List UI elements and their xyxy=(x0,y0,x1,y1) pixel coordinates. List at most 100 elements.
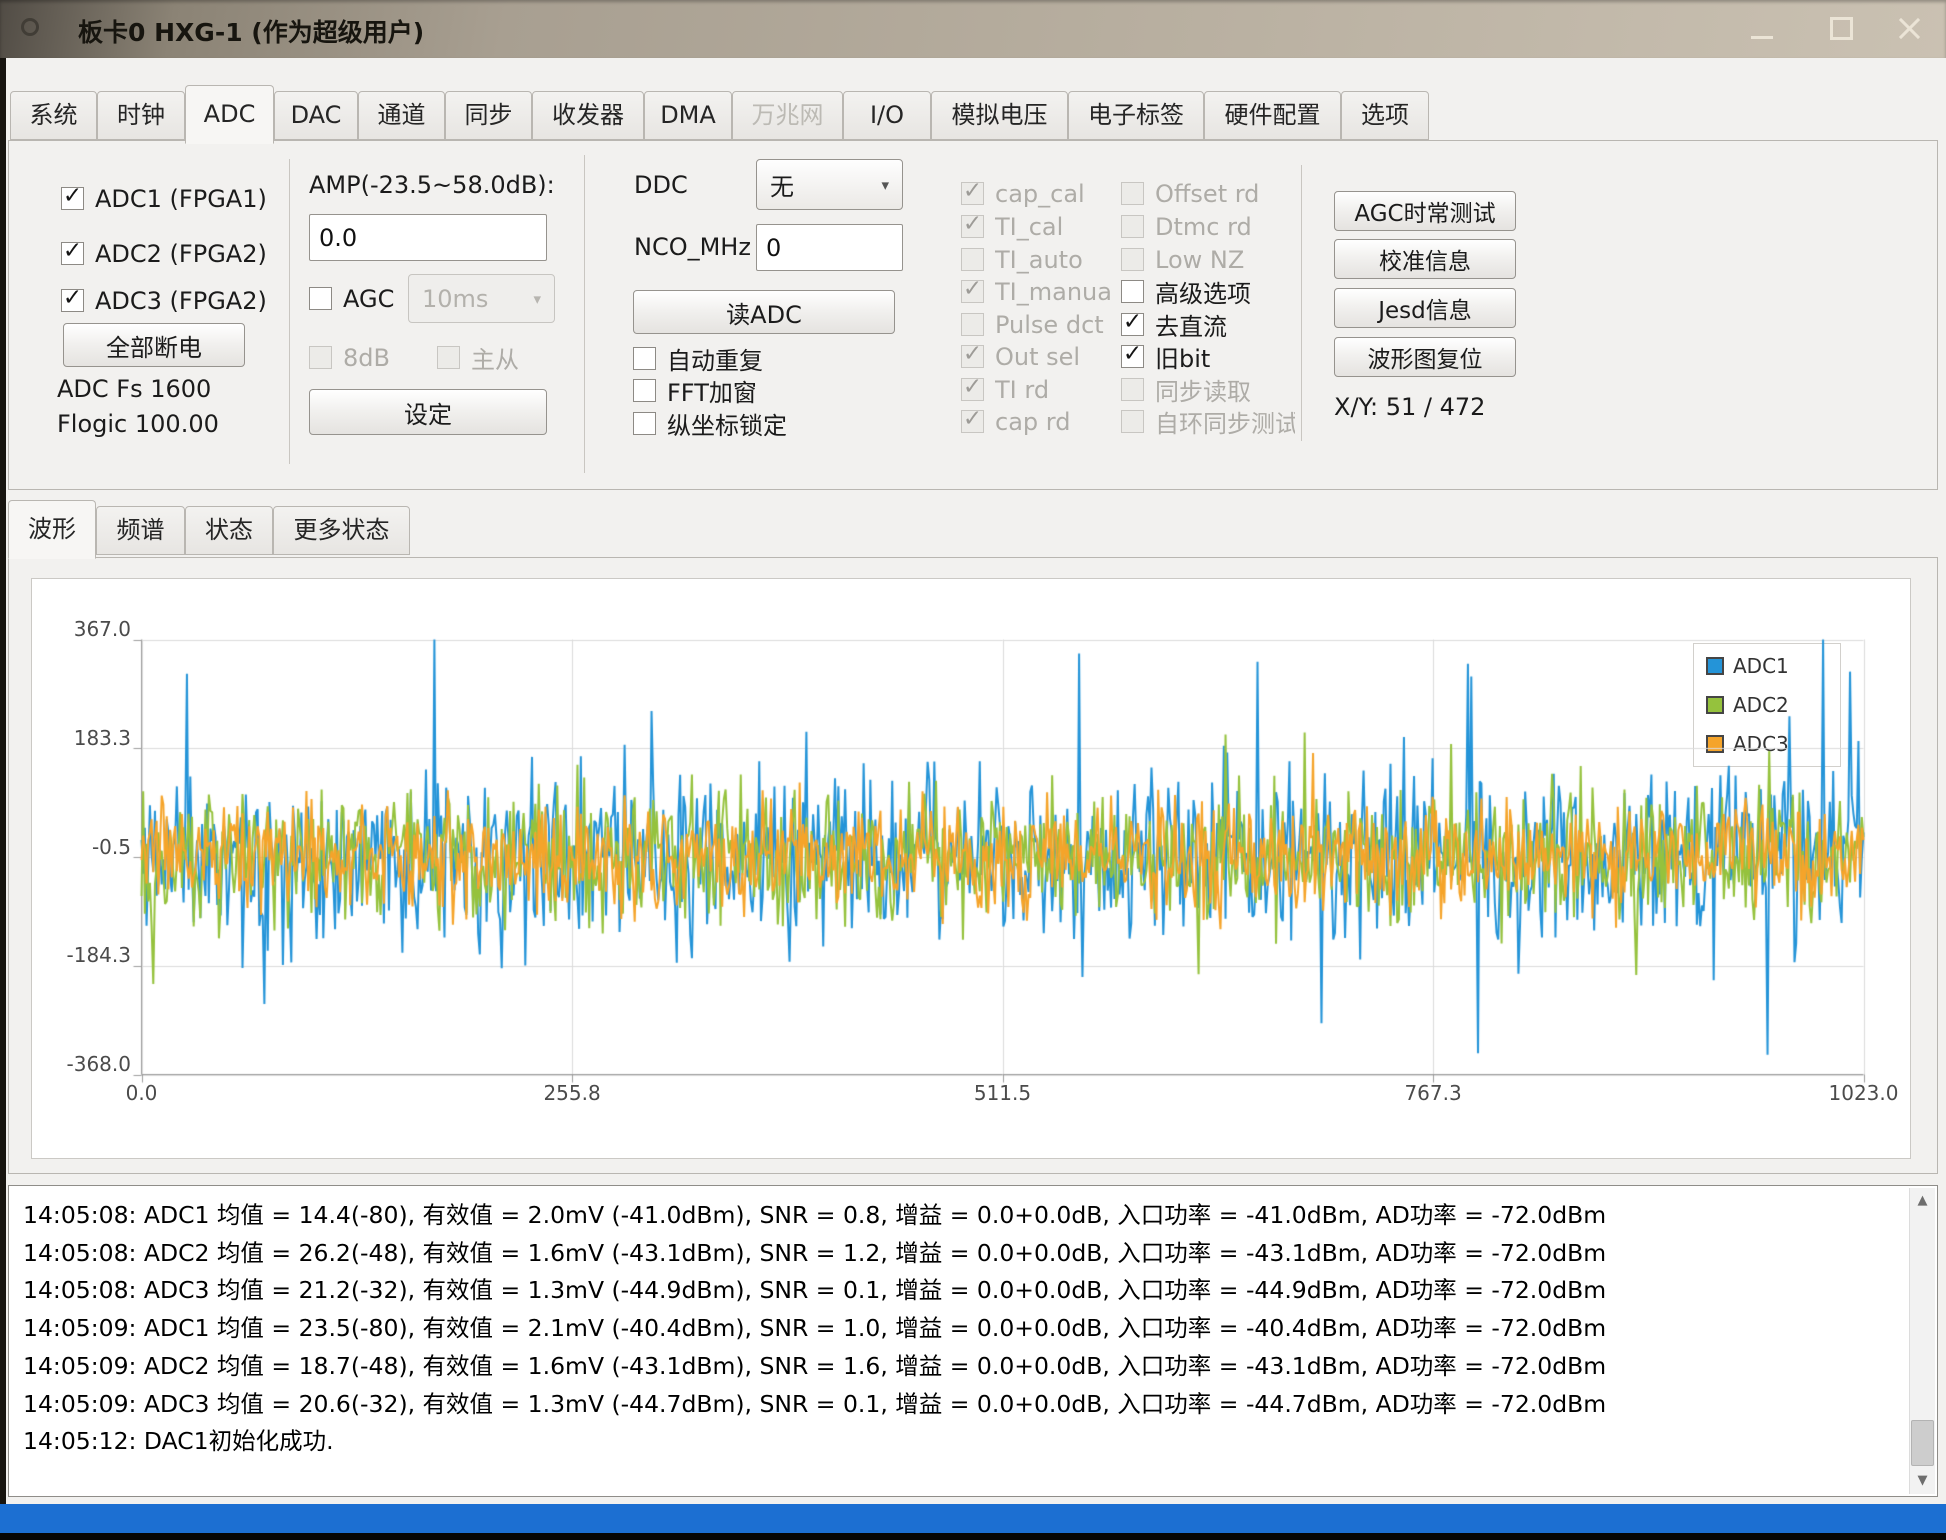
window-icon xyxy=(21,18,39,36)
app-window: 板卡0 HXG-1 (作为超级用户) 系统时钟ADCDAC通道同步收发器DMA万… xyxy=(0,0,1946,1540)
checkbox-自环同步测试[interactable]: 自环同步测试 xyxy=(1121,408,1295,435)
ddc-mode-value: 无 xyxy=(770,167,794,202)
checkbox-自动重复[interactable]: 自动重复 xyxy=(633,345,763,372)
ddc-mode-select[interactable]: 无 ▾ xyxy=(756,159,903,210)
checkbox-box xyxy=(633,412,656,435)
checkbox-旧bit[interactable]: 旧bit xyxy=(1121,343,1210,370)
action-button-波形图复位[interactable]: 波形图复位 xyxy=(1334,337,1516,377)
action-button-校准信息[interactable]: 校准信息 xyxy=(1334,239,1516,279)
checkbox-cap_cal[interactable]: cap_cal xyxy=(961,180,1085,207)
tab-万兆网[interactable]: 万兆网 xyxy=(732,91,843,140)
checkbox-高级选项[interactable]: 高级选项 xyxy=(1121,278,1251,305)
tab-DMA[interactable]: DMA xyxy=(644,91,732,140)
checkbox-去直流[interactable]: 去直流 xyxy=(1121,311,1227,338)
checkbox-Offset rd[interactable]: Offset rd xyxy=(1121,180,1259,207)
title-bar: 板卡0 HXG-1 (作为超级用户) xyxy=(0,0,1946,58)
log-line: 14:05:09: ADC1 均值 = 23.5(-80), 有效值 = 2.1… xyxy=(23,1310,1895,1348)
checkbox-label: cap rd xyxy=(995,408,1070,436)
waveform-canvas[interactable] xyxy=(125,631,1879,1091)
tab-模拟电压[interactable]: 模拟电压 xyxy=(931,91,1068,140)
read-adc-button[interactable]: 读ADC xyxy=(633,290,895,334)
checkbox-box xyxy=(633,347,656,370)
checkbox-box xyxy=(309,346,332,369)
log-line: 14:05:08: ADC3 均值 = 21.2(-32), 有效值 = 1.3… xyxy=(23,1272,1895,1310)
tab-收发器[interactable]: 收发器 xyxy=(532,91,644,140)
nco-input[interactable] xyxy=(756,224,903,271)
log-line: 14:05:09: ADC2 均值 = 18.7(-48), 有效值 = 1.6… xyxy=(23,1348,1895,1386)
tab-更多状态[interactable]: 更多状态 xyxy=(273,506,410,555)
scroll-down-button[interactable]: ▼ xyxy=(1910,1468,1935,1494)
checkbox-label: TI_manua xyxy=(995,278,1112,306)
tab-系统[interactable]: 系统 xyxy=(10,91,97,140)
checkbox-TI_cal[interactable]: TI_cal xyxy=(961,213,1063,240)
checkbox-纵坐标锁定[interactable]: 纵坐标锁定 xyxy=(633,410,787,437)
checkbox-ADC3 (FPGA2)[interactable]: ADC3 (FPGA2) xyxy=(61,287,267,314)
checkbox-label: Pulse dct xyxy=(995,311,1104,339)
tab-通道[interactable]: 通道 xyxy=(358,91,445,140)
tab-电子标签[interactable]: 电子标签 xyxy=(1068,91,1204,140)
close-button[interactable] xyxy=(1892,13,1928,45)
checkbox-label: cap_cal xyxy=(995,180,1085,208)
checkbox-box xyxy=(1121,280,1144,303)
checkbox-label: 同步读取 xyxy=(1155,372,1251,407)
log-line-list: 14:05:08: ADC1 均值 = 14.4(-80), 有效值 = 2.0… xyxy=(23,1197,1895,1461)
checkbox-label: 旧bit xyxy=(1155,339,1210,374)
ddc-label: DDC xyxy=(634,171,688,199)
power-off-all-button[interactable]: 全部断电 xyxy=(63,323,245,367)
checkbox-label: 自动重复 xyxy=(667,341,763,376)
action-button-Jesd信息[interactable]: Jesd信息 xyxy=(1334,288,1516,328)
agc-interval-value: 10ms xyxy=(422,285,488,313)
bottom-blue-bar xyxy=(0,1504,1946,1533)
tab-频谱[interactable]: 频谱 xyxy=(96,506,185,555)
xy-coordinate-label: X/Y: 51 / 472 xyxy=(1334,393,1485,421)
nco-label: NCO_MHz xyxy=(634,233,751,261)
log-line: 14:05:08: ADC1 均值 = 14.4(-80), 有效值 = 2.0… xyxy=(23,1197,1895,1235)
checkbox-label: 主从 xyxy=(471,340,519,375)
checkbox-Out sel[interactable]: Out sel xyxy=(961,343,1080,370)
tab-DAC[interactable]: DAC xyxy=(274,91,358,140)
tab-时钟[interactable]: 时钟 xyxy=(97,91,185,140)
checkmark-icon xyxy=(961,280,984,303)
checkbox-AGC[interactable]: AGC xyxy=(309,285,394,312)
checkbox-cap rd[interactable]: cap rd xyxy=(961,408,1070,435)
scrollbar-thumb[interactable] xyxy=(1911,1420,1934,1466)
maximize-button[interactable] xyxy=(1824,13,1860,45)
tab-状态[interactable]: 状态 xyxy=(185,506,273,555)
checkbox-label: TI_cal xyxy=(995,213,1063,241)
checkbox-8dB[interactable]: 8dB xyxy=(309,344,390,371)
log-line: 14:05:09: ADC3 均值 = 20.6(-32), 有效值 = 1.3… xyxy=(23,1386,1895,1424)
amp-range-label: AMP(-23.5~58.0dB): xyxy=(309,171,555,199)
amp-value-input[interactable] xyxy=(309,214,547,261)
checkbox-TI_auto[interactable]: TI_auto xyxy=(961,246,1083,273)
minimize-button[interactable] xyxy=(1744,13,1780,45)
scroll-up-button[interactable]: ▲ xyxy=(1910,1188,1935,1214)
checkbox-ADC1 (FPGA1)[interactable]: ADC1 (FPGA1) xyxy=(61,185,267,212)
tab-ADC[interactable]: ADC xyxy=(185,85,274,144)
checkbox-Pulse dct[interactable]: Pulse dct xyxy=(961,311,1104,338)
window-title: 板卡0 HXG-1 (作为超级用户) xyxy=(78,13,424,49)
checkbox-FFT加窗[interactable]: FFT加窗 xyxy=(633,377,757,404)
agc-interval-select[interactable]: 10ms ▾ xyxy=(408,274,555,323)
tab-硬件配置[interactable]: 硬件配置 xyxy=(1204,91,1341,140)
checkbox-Dtmc rd[interactable]: Dtmc rd xyxy=(1121,213,1252,240)
checkbox-TI rd[interactable]: TI rd xyxy=(961,376,1049,403)
checkbox-box xyxy=(1121,410,1144,433)
amp-set-button[interactable]: 设定 xyxy=(309,389,547,435)
checkbox-主从[interactable]: 主从 xyxy=(437,344,519,371)
checkmark-icon xyxy=(961,378,984,401)
checkbox-label: ADC1 (FPGA1) xyxy=(95,185,267,213)
tab-I/O[interactable]: I/O xyxy=(843,91,931,140)
checkbox-box xyxy=(1121,182,1144,205)
tab-波形[interactable]: 波形 xyxy=(8,500,96,559)
checkbox-label: 高级选项 xyxy=(1155,274,1251,309)
tab-选项[interactable]: 选项 xyxy=(1341,91,1429,140)
y-tick-label: -0.5 xyxy=(31,835,131,859)
log-scrollbar[interactable]: ▲ ▼ xyxy=(1909,1188,1935,1494)
checkbox-Low NZ[interactable]: Low NZ xyxy=(1121,246,1244,273)
checkbox-TI_manua[interactable]: TI_manua xyxy=(961,278,1112,305)
checkbox-label: ADC3 (FPGA2) xyxy=(95,287,267,315)
tab-同步[interactable]: 同步 xyxy=(445,91,532,140)
action-button-AGC时常测试[interactable]: AGC时常测试 xyxy=(1334,191,1516,231)
checkbox-ADC2 (FPGA2)[interactable]: ADC2 (FPGA2) xyxy=(61,240,267,267)
checkbox-同步读取[interactable]: 同步读取 xyxy=(1121,376,1251,403)
